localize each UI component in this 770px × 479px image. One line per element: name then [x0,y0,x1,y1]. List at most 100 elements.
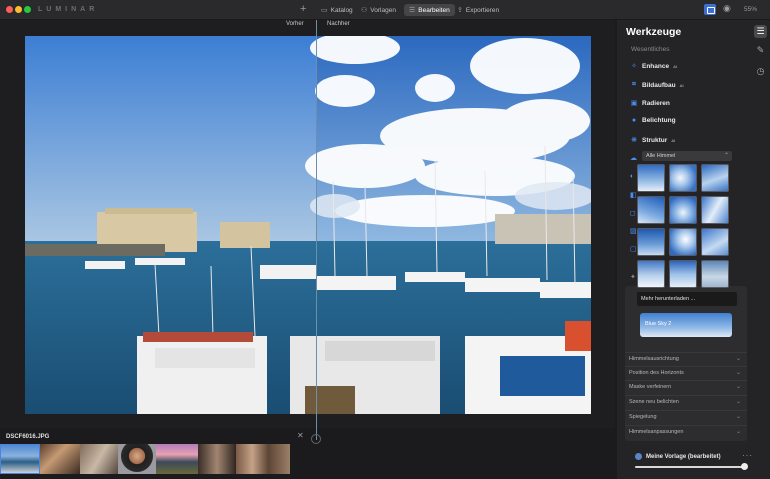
sky-thumbnail[interactable] [637,164,665,192]
compare-view-button[interactable] [704,4,716,15]
filmstrip-thumb[interactable] [236,444,290,474]
chevron-down-icon: ⌄ [735,429,741,435]
tab-bearbeiten[interactable]: ☰ Bearbeiten [404,4,455,16]
sky-thumbnail[interactable] [701,228,729,256]
chevron-down-icon: ⌄ [735,414,741,420]
filmstrip-thumb[interactable] [0,444,40,474]
filmstrip-thumb[interactable] [118,444,156,474]
folder-icon: ▭ [321,7,328,14]
sky-thumbnail[interactable] [669,196,697,224]
accordion-himmelsanpassungen[interactable]: Himmelsanpassungen ⌄ [625,425,747,437]
tool-icon[interactable]: ✦ [630,273,636,281]
panel-title: Werkzeuge [626,26,682,38]
sky-tool-icon[interactable]: ☁ [630,154,637,162]
tool-label: Radieren [642,99,670,107]
accordion-szene-neu-belichten[interactable]: Szene neu belichten ⌄ [625,395,747,407]
top-toolbar: LUMINAR + ▭ Katalog ⚇ Vorlagen ☰ Bearbei… [0,0,770,20]
window-close-button[interactable] [6,6,13,13]
tab-label: Katalog [330,6,353,14]
sky-thumbnail[interactable] [669,260,697,288]
ai-badge: AI [679,82,684,88]
chevron-down-icon: ⌄ [735,399,741,405]
window-minimize-button[interactable] [15,6,22,13]
presets-icon: ⚇ [361,7,368,14]
harbor-photo [25,36,591,414]
tool-label: Struktur [642,136,668,144]
slider-knob[interactable] [740,463,748,470]
preset-icon [635,453,642,460]
divider-handle[interactable] [311,434,321,444]
sky-thumbnail[interactable] [637,196,665,224]
brush-icon[interactable]: ✎ [754,44,767,57]
app-logo: LUMINAR [38,6,99,13]
chevron-down-icon: ⌄ [735,370,741,376]
more-options-icon[interactable]: ··· [742,451,753,460]
tool-label: Bildaufbau [642,81,676,89]
structure-icon: ❋ [631,137,637,144]
history-icon[interactable]: ◷ [754,65,767,78]
edit-icon: ☰ [409,7,416,14]
tool-struktur[interactable]: ❋ Struktur AI [630,136,676,145]
tool-label: Belichtung [642,117,676,124]
view-settings-icon[interactable]: ◉ [723,3,731,14]
current-filename: DSCF6016.JPG [6,434,50,440]
tab-vorlagen[interactable]: ⚇ Vorlagen [356,4,401,16]
tools-panel: Werkzeuge ☰ ✎ ◷ Wesentliches ✧ Enhance AI… [617,20,770,479]
download-more-tooltip[interactable]: Mehr herunterladen ... [637,292,737,306]
chevron-down-icon: ⌃ [723,153,729,159]
tab-label: Bearbeiten [418,6,450,14]
after-label: Nachher [327,21,350,27]
sky-thumbnail[interactable] [637,260,665,288]
filmstrip-thumb[interactable] [198,444,236,474]
sky-thumbnail[interactable] [669,228,697,256]
sky-grid [637,164,737,288]
slider-fill [635,466,745,468]
ai-badge: AI [671,137,676,143]
sky-preview-label: Blue Sky 2 [645,321,672,327]
tab-katalog[interactable]: ▭ Katalog [316,4,358,16]
tool-radieren[interactable]: ▣ Radieren [630,99,670,108]
tool-icon[interactable]: ▢ [630,245,637,253]
chevron-down-icon: ⌄ [735,384,741,390]
sky-category-select[interactable]: Alle Himmel ⌃ [642,151,732,161]
tool-icon[interactable]: ◻ [630,209,636,217]
before-label: Vorher [286,21,304,27]
sky-preview-button[interactable]: Blue Sky 2 [640,313,732,337]
export-icon: ⇪ [457,7,463,14]
photo-canvas[interactable] [25,36,591,414]
tab-exportieren[interactable]: ⇪ Exportieren [452,4,504,16]
tool-enhance[interactable]: ✧ Enhance AI [630,62,677,71]
tool-icon[interactable]: ◐ [630,173,634,180]
tool-belichtung[interactable]: ● Belichtung [630,117,676,124]
tab-label: Exportieren [465,6,500,14]
tool-bildaufbau[interactable]: ⌗ Bildaufbau AI [630,81,684,89]
filmstrip-thumb[interactable] [156,444,198,474]
sky-thumbnail[interactable] [637,228,665,256]
window-zoom-button[interactable] [24,6,31,13]
preset-name[interactable]: Meine Vorlage (bearbeitet) [635,453,721,460]
compare-divider[interactable] [316,20,317,440]
add-icon[interactable]: + [300,4,306,15]
filmstrip-thumb[interactable] [80,444,118,474]
filmstrip-thumb[interactable] [40,444,80,474]
sky-category-value: Alle Himmel [646,153,676,159]
tool-icon[interactable]: ◧ [630,191,637,199]
accordion-spiegelung[interactable]: Spiegelung ⌄ [625,410,747,422]
accordion-himmelsausrichtung[interactable]: Himmelsausrichtung ⌄ [625,352,747,364]
accordion-label: Szene neu belichten [629,399,679,405]
accordion-maske-verfeinern[interactable]: Maske verfeinern ⌄ [625,380,747,392]
preset-label: Meine Vorlage (bearbeitet) [646,453,721,460]
close-icon[interactable]: ✕ [297,431,304,440]
sky-thumbnail[interactable] [669,164,697,192]
crop-icon: ⌗ [632,81,636,88]
accordion-label: Himmelsausrichtung [629,356,679,362]
accordion-label: Spiegelung [629,414,657,420]
tool-icon[interactable]: ▨ [630,227,637,235]
zoom-level[interactable]: 55% [744,6,757,13]
sky-thumbnail[interactable] [701,260,729,288]
sky-thumbnail[interactable] [701,164,729,192]
preset-amount-slider[interactable] [635,463,748,470]
sliders-icon[interactable]: ☰ [754,25,767,38]
sky-thumbnail[interactable] [701,196,729,224]
accordion-position-horizont[interactable]: Position des Horizonts ⌄ [625,366,747,378]
